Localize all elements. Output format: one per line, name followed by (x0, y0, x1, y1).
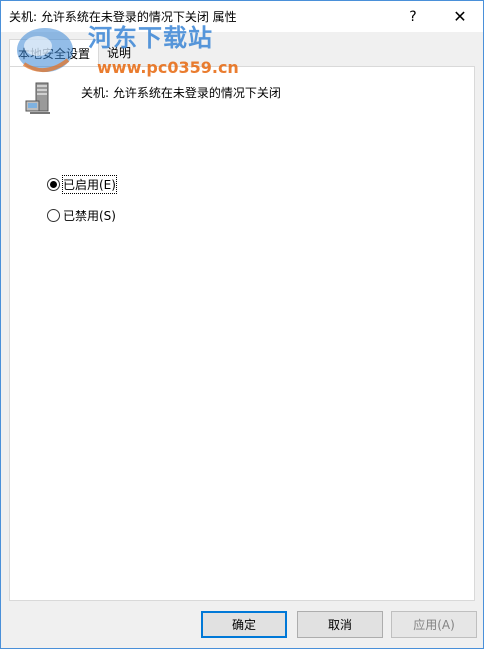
window-title: 关机: 允许系统在未登录的情况下关闭 属性 (9, 10, 237, 24)
tab-explain[interactable]: 说明 (99, 39, 139, 66)
enabled-radio[interactable] (47, 177, 60, 191)
tab-strip: 本地安全设置 说明 (9, 39, 475, 68)
help-button[interactable]: ? (390, 1, 436, 32)
enabled-option[interactable]: 已启用(E) (47, 174, 117, 194)
tab-local-security-setting[interactable]: 本地安全设置 (9, 39, 100, 68)
enabled-label: 已启用(E) (62, 174, 117, 194)
close-button[interactable]: ✕ (437, 1, 483, 32)
close-icon: ✕ (453, 7, 467, 26)
tab-label: 本地安全设置 (18, 47, 91, 61)
server-icon (25, 82, 50, 114)
title-bar[interactable]: 关机: 允许系统在未登录的情况下关闭 属性 ? ✕ (1, 1, 483, 32)
apply-button[interactable]: 应用(A) (391, 611, 477, 638)
properties-dialog: 关机: 允许系统在未登录的情况下关闭 属性 ? ✕ 本地安全设置 说明 关机: … (0, 0, 484, 649)
disabled-label: 已禁用(S) (63, 208, 116, 223)
tab-label: 说明 (107, 46, 132, 60)
settings-panel: 关机: 允许系统在未登录的情况下关闭 已启用(E) 已禁用(S) (9, 66, 475, 601)
disabled-option[interactable]: 已禁用(S) (47, 206, 116, 224)
policy-name: 关机: 允许系统在未登录的情况下关闭 (81, 86, 281, 100)
cancel-button[interactable]: 取消 (297, 611, 383, 638)
help-icon: ? (409, 8, 417, 25)
disabled-radio[interactable] (47, 208, 60, 222)
ok-button[interactable]: 确定 (201, 611, 287, 638)
